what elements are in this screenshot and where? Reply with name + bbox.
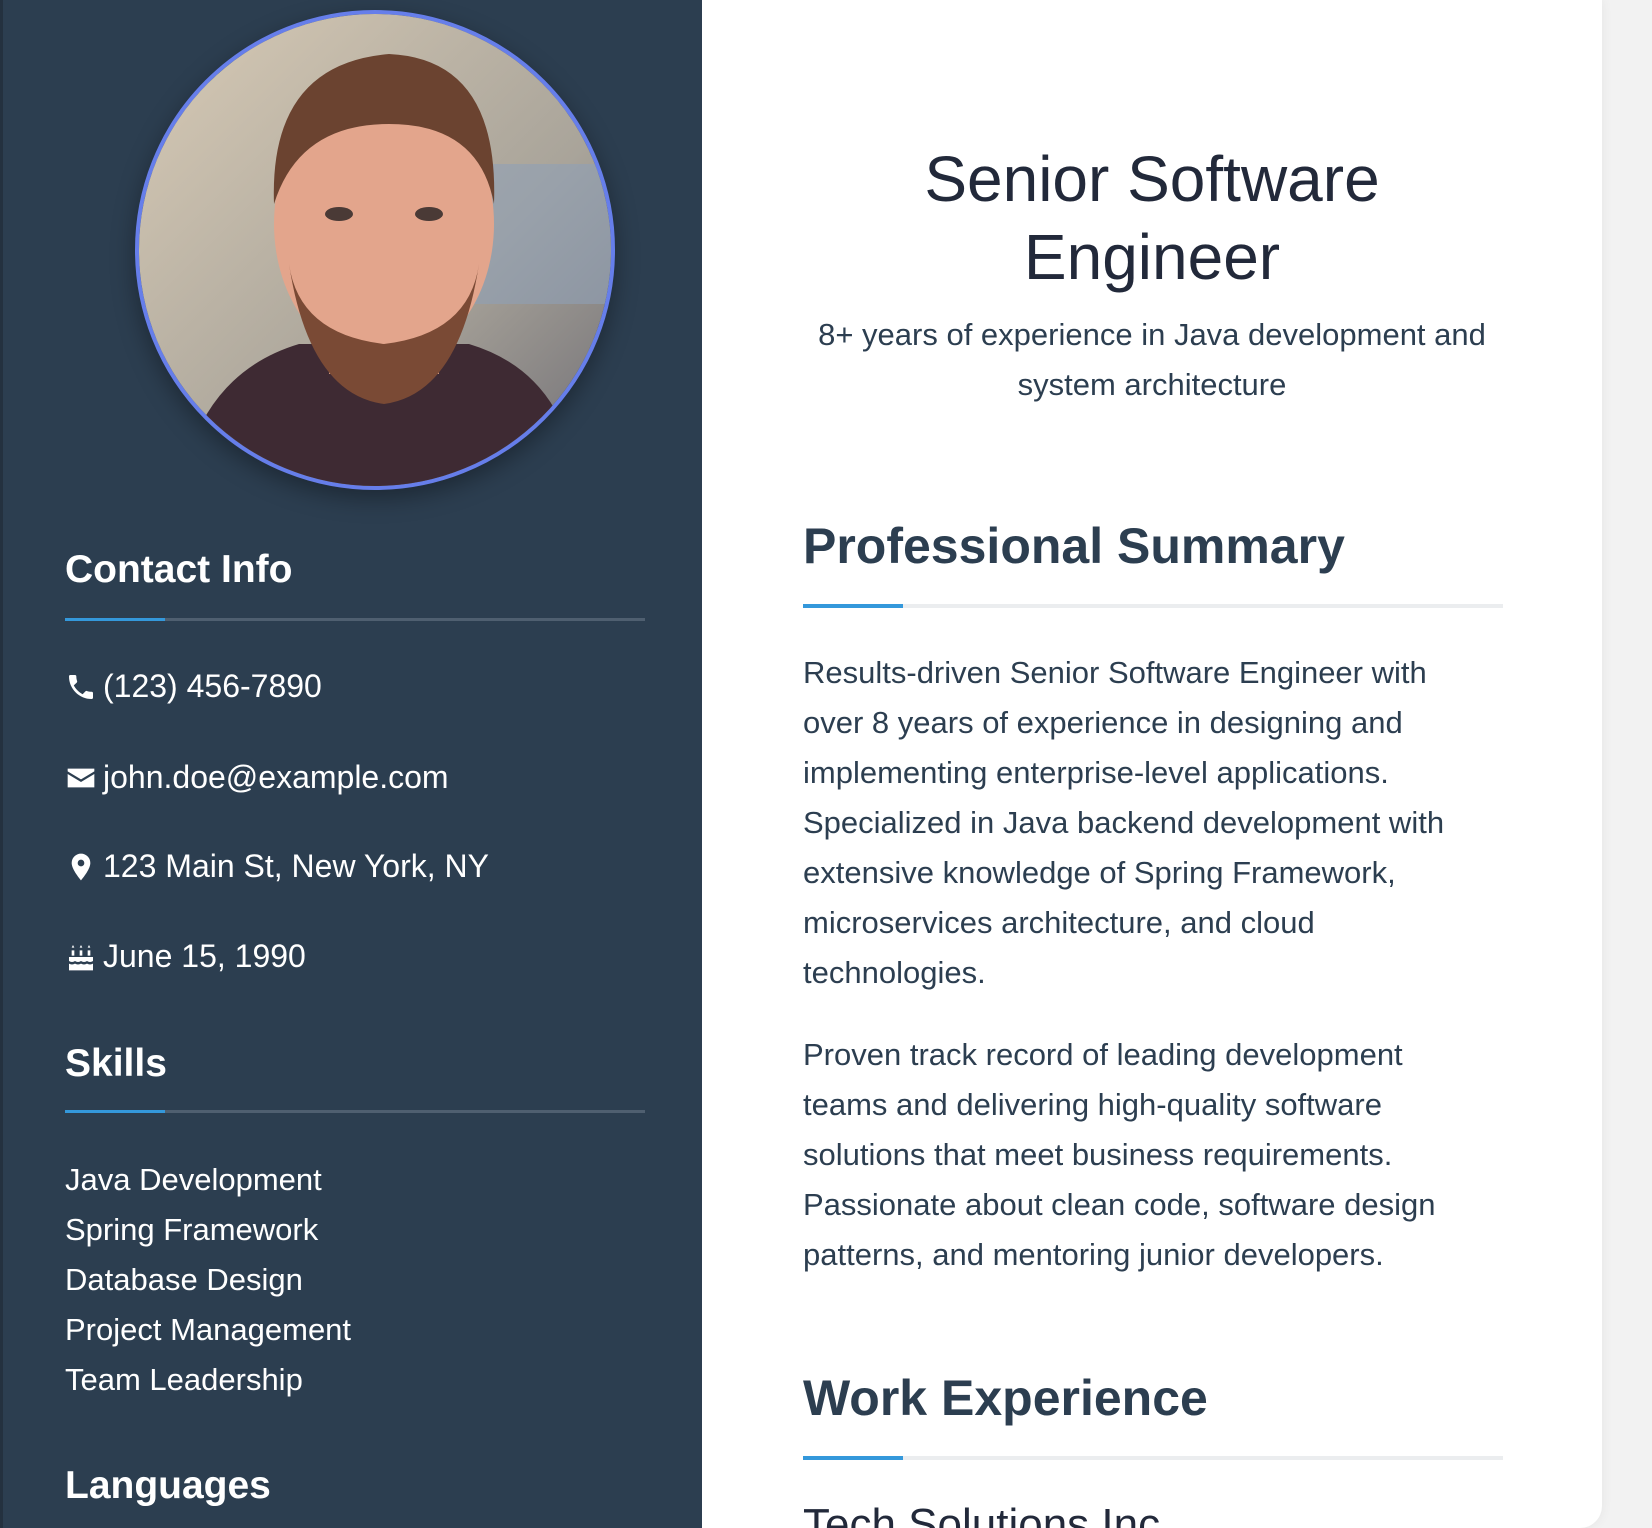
skills-heading: Skills [65, 1042, 167, 1085]
skill-item: Spring Framework [65, 1212, 319, 1247]
contact-divider [65, 618, 645, 621]
summary-divider [803, 604, 1503, 608]
summary-paragraph: Results-driven Senior Software Engineer … [803, 655, 1445, 990]
experience-divider [803, 1456, 1503, 1460]
contact-address: 123 Main St, New York, NY [65, 848, 489, 885]
skill-item: Project Management [65, 1312, 352, 1347]
languages-heading: Languages [65, 1464, 271, 1507]
birthday-cake-icon [69, 944, 93, 970]
envelope-icon [67, 768, 95, 787]
address-text: 123 Main St, New York, NY [103, 848, 489, 884]
job-title: Senior Software Engineer [924, 143, 1380, 293]
skills-divider [65, 1110, 645, 1113]
skill-item: Team Leadership [65, 1362, 303, 1397]
resume-card: Contact Info (123) 456-7890 john.doe@exa… [0, 0, 1602, 1528]
email-text: john.doe@example.com [103, 759, 449, 795]
birthday-text: June 15, 1990 [103, 938, 306, 974]
summary-paragraph: Proven track record of leading developme… [803, 1037, 1436, 1272]
profile-photo [135, 10, 615, 490]
contact-email: john.doe@example.com [65, 759, 449, 796]
phone-text: (123) 456-7890 [103, 668, 322, 704]
company-name: Tech Solutions Inc. [803, 1500, 1173, 1528]
job-subtitle: 8+ years of experience in Java developme… [818, 317, 1486, 402]
main-content: Senior Software Engineer 8+ years of exp… [702, 0, 1602, 1528]
professional-summary-heading: Professional Summary [803, 518, 1345, 574]
skills-list: Java Development Spring Framework Databa… [65, 1155, 351, 1405]
sidebar: Contact Info (123) 456-7890 john.doe@exa… [0, 0, 702, 1528]
map-marker-icon [71, 853, 91, 880]
contact-info-heading: Contact Info [65, 548, 293, 591]
skill-item: Java Development [65, 1162, 322, 1197]
contact-birthday: June 15, 1990 [65, 938, 306, 975]
contact-phone: (123) 456-7890 [65, 668, 322, 705]
work-experience-heading: Work Experience [803, 1370, 1208, 1426]
skill-item: Database Design [65, 1262, 303, 1297]
phone-icon [69, 674, 93, 699]
